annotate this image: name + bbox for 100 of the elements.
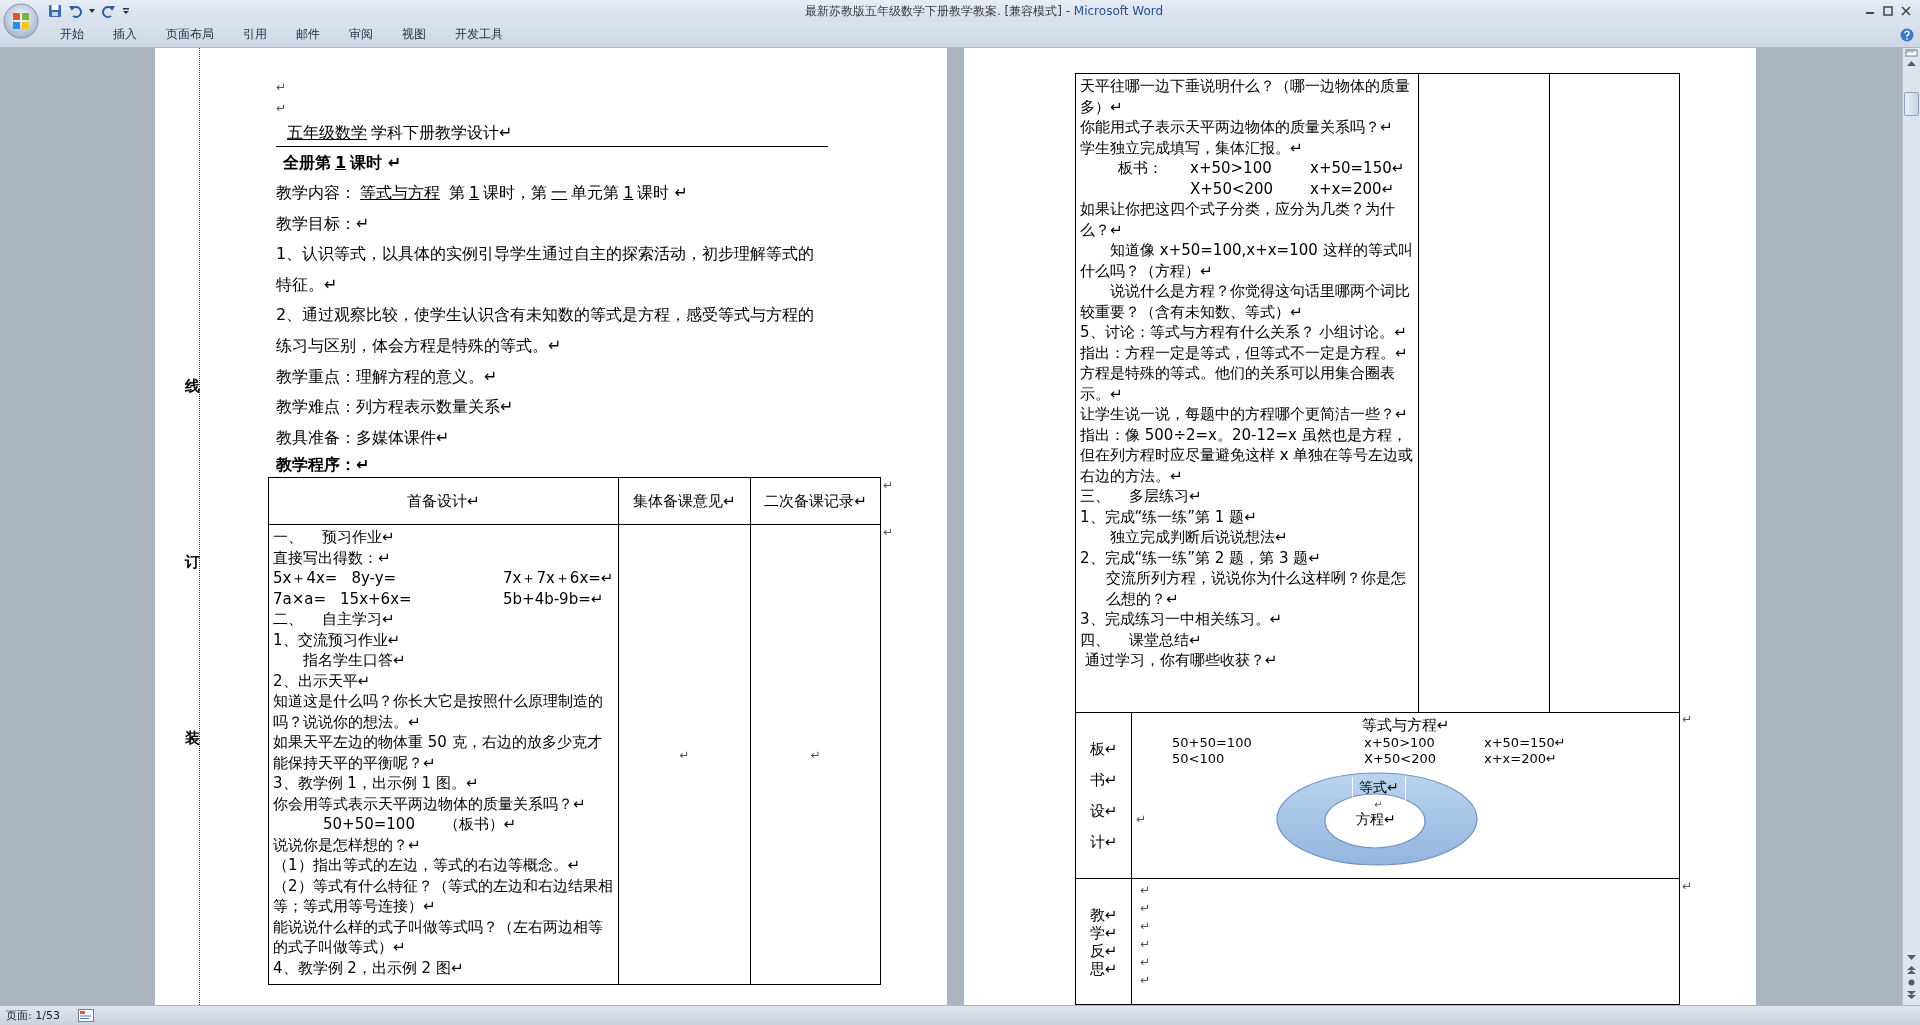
save-icon[interactable] bbox=[48, 4, 62, 18]
paragraph: 教学目标：↵ bbox=[276, 212, 371, 235]
row-label-char: 学↵ bbox=[1088, 923, 1119, 942]
cell-text: 你会用等式表示天平两边物体的质量关系吗？↵ bbox=[273, 793, 587, 815]
cell-text: 知道像 x+50=100,x+x=100 这样的等式叫什么吗？（方程）↵ bbox=[1080, 240, 1414, 281]
column-header: 首备设计↵ bbox=[268, 477, 619, 525]
row-label-char: 思↵ bbox=[1088, 959, 1119, 978]
cell-text: 指名学生口答↵ bbox=[302, 650, 407, 671]
scroll-up-icon[interactable] bbox=[1905, 58, 1918, 68]
cell-text: 方程是特殊的等式。他们的关系可以用集合圈表示。↵ bbox=[1080, 363, 1396, 404]
row-label-char: 反↵ bbox=[1088, 941, 1119, 960]
cell-text: 让学生说一说，每题中的方程哪个更简洁一些？↵ bbox=[1080, 404, 1409, 425]
paragraph: 2、通过观察比较，使学生认识含有未知数的等式是方程，感受等式与方程的练习与区别，体会方程是特殊的等式。↵ bbox=[276, 304, 816, 357]
cell-text: 5、讨论：等式与方程有什么关系？ 小组讨论。↵ bbox=[1080, 322, 1408, 343]
page-count[interactable]: 页面: 1/53 bbox=[6, 1008, 60, 1023]
cell-text: 直接写出得数：↵ bbox=[273, 547, 392, 569]
row-label-char: 计↵ bbox=[1088, 831, 1119, 853]
cell-text: 独立完成判断后说说想法↵ bbox=[1109, 527, 1289, 548]
cell-text: 3、完成练习一中相关练习。↵ bbox=[1080, 609, 1284, 630]
gutter-mark: 装 bbox=[185, 730, 199, 746]
cell-text: 通过学习，你有哪些收获？↵ bbox=[1083, 650, 1279, 671]
formula-text: 50+50=100 bbox=[1172, 734, 1253, 751]
redo-icon[interactable] bbox=[102, 4, 116, 18]
paragraph: 教学程序：↵ bbox=[276, 454, 371, 477]
cell-text: 天平往哪一边下垂说明什么？（哪一边物体的质量多）↵ bbox=[1080, 76, 1411, 117]
row-label-char: 书↵ bbox=[1088, 769, 1119, 791]
formula-text: 8y-y= bbox=[351, 568, 397, 589]
document-heading: 五年级数学 学科下册教学设计↵ bbox=[276, 119, 828, 147]
cell-text: 说说你是怎样想的？↵ bbox=[273, 834, 422, 856]
row-label-char: 教↵ bbox=[1088, 905, 1119, 924]
paragraph: 教学重点：理解方程的意义。↵ bbox=[276, 365, 499, 388]
cell-text: 50+50=100 （板书）↵ bbox=[322, 814, 518, 835]
lesson-title: 全册第 1 课时 ↵ bbox=[282, 152, 403, 174]
paragraph-mark: ↵ bbox=[1140, 918, 1152, 936]
ribbon-tab[interactable]: 引用 bbox=[228, 23, 281, 46]
cell-text: 三、 多层练习↵ bbox=[1080, 486, 1203, 507]
paragraph: 教具准备：多媒体课件↵ bbox=[276, 426, 451, 449]
cell-text: 说说什么是方程？你觉得这句话里哪两个词比较重要？（含有未知数、等式）↵ bbox=[1080, 281, 1411, 322]
cell-text: 能说说什么样的式子叫做等式吗？（左右两边相等的式子叫做等式）↵ bbox=[273, 916, 604, 958]
cell-text: 二、 自主学习↵ bbox=[273, 609, 396, 630]
window-title: 最新苏教版五年级数学下册教学教案. [兼容模式] - Microsoft Word bbox=[803, 2, 1165, 20]
formula-text: 15x+6x= bbox=[340, 588, 412, 610]
cell-text: （2）等式有什么特征？（等式的左边和右边结果相等；等式用等号连接）↵ bbox=[273, 875, 614, 917]
paragraph: 教学内容： 等式与方程 第 1 课时，第 一 单元第 1 课时 ↵ bbox=[276, 182, 689, 204]
help-icon[interactable] bbox=[1900, 27, 1914, 42]
cell-text: 如果天平左边的物体重 50 克，右边的放多少克才能保持天平的平衡呢？↵ bbox=[273, 732, 603, 774]
paragraph-mark: ↵ bbox=[810, 747, 821, 762]
formula-text: X+50<200 bbox=[1190, 178, 1275, 199]
cell-text: 知道这是什么吗？你长大它是按照什么原理制造的吗？说说你的想法。↵ bbox=[273, 691, 604, 733]
cell-text: 你能用式子表示天平两边物体的质量关系吗？↵ bbox=[1080, 117, 1394, 138]
formula-text: x+50=150↵ bbox=[1310, 158, 1406, 179]
maximize-icon[interactable] bbox=[1882, 5, 1894, 17]
close-icon[interactable] bbox=[1900, 5, 1912, 17]
cell-text: 交流所列方程，说说你为什么这样咧？你是怎么想的？↵ bbox=[1105, 568, 1407, 609]
ribbon-tab[interactable]: 开始 bbox=[45, 23, 98, 46]
column-header: 集体备课意见↵ bbox=[618, 477, 751, 525]
cell-text: 1、完成“练一练”第 1 题↵ bbox=[1080, 506, 1258, 527]
cell-text: 如果让你把这四个式子分类，应分为几类？为什么？↵ bbox=[1080, 199, 1396, 240]
formula-text: X+50<200 bbox=[1364, 750, 1438, 767]
cell-text: 4、教学例 2，出示例 2 图↵ bbox=[273, 957, 465, 979]
ribbon-tab[interactable]: 插入 bbox=[98, 23, 151, 46]
gutter-mark: 订 bbox=[185, 554, 199, 570]
ribbon-tab[interactable]: 视图 bbox=[387, 23, 440, 46]
dropdown-caret-icon[interactable] bbox=[88, 7, 96, 15]
formula-text: x+50>100 bbox=[1190, 158, 1273, 179]
previous-page-icon[interactable] bbox=[1905, 964, 1918, 975]
formula-text: 5x＋4x= bbox=[273, 568, 338, 589]
cell-text: 四、 课堂总结↵ bbox=[1080, 629, 1203, 650]
diagram-label: 方程↵ bbox=[1356, 810, 1396, 827]
paragraph-mark: ↵ bbox=[882, 524, 894, 539]
ruler-icon[interactable] bbox=[1905, 48, 1918, 58]
paragraph-mark: ↵ bbox=[882, 477, 894, 492]
cell-text: 一、 预习作业↵ bbox=[273, 527, 396, 548]
board-title: 等式与方程↵ bbox=[1360, 714, 1451, 735]
document-status-icon[interactable] bbox=[77, 1009, 94, 1022]
paragraph-mark: ↵ bbox=[1140, 900, 1152, 918]
paragraph-mark: ↵ bbox=[1682, 712, 1693, 727]
scroll-down-icon[interactable] bbox=[1905, 952, 1918, 962]
row-label-char: 设↵ bbox=[1088, 800, 1119, 822]
formula-text: x+50=150↵ bbox=[1484, 734, 1567, 751]
customize-toolbar-icon[interactable] bbox=[122, 7, 130, 15]
paragraph-mark: ↵ bbox=[1136, 811, 1148, 826]
scroll-thumb[interactable] bbox=[1904, 92, 1919, 116]
ribbon-tab[interactable]: 页面布局 bbox=[151, 23, 228, 46]
formula-text: x+x=200↵ bbox=[1310, 178, 1396, 199]
paragraph-mark: ↵ bbox=[1140, 882, 1152, 900]
ribbon-tab[interactable]: 开发工具 bbox=[440, 23, 517, 46]
formula-text: 7a×a= bbox=[273, 588, 327, 610]
paragraph-mark: ↵ bbox=[276, 100, 288, 117]
paragraph: 1、认识等式，以具体的实例引导学生通过自主的探索活动，初步理解等式的特征。↵ bbox=[276, 243, 816, 296]
paragraph-mark: ↵ bbox=[276, 79, 288, 96]
paragraph-mark: ↵ bbox=[1140, 936, 1152, 954]
formula-text: x+50>100 bbox=[1364, 734, 1436, 751]
ribbon-tab[interactable]: 邮件 bbox=[281, 23, 334, 46]
undo-icon[interactable] bbox=[68, 4, 82, 18]
ribbon-tab[interactable]: 审阅 bbox=[334, 23, 387, 46]
formula-text: 7x＋7x＋6x=↵ bbox=[503, 568, 614, 589]
vertical-scrollbar[interactable] bbox=[1902, 48, 1920, 1005]
gutter-mark: 线 bbox=[185, 378, 199, 394]
next-page-icon[interactable] bbox=[1905, 990, 1918, 1001]
